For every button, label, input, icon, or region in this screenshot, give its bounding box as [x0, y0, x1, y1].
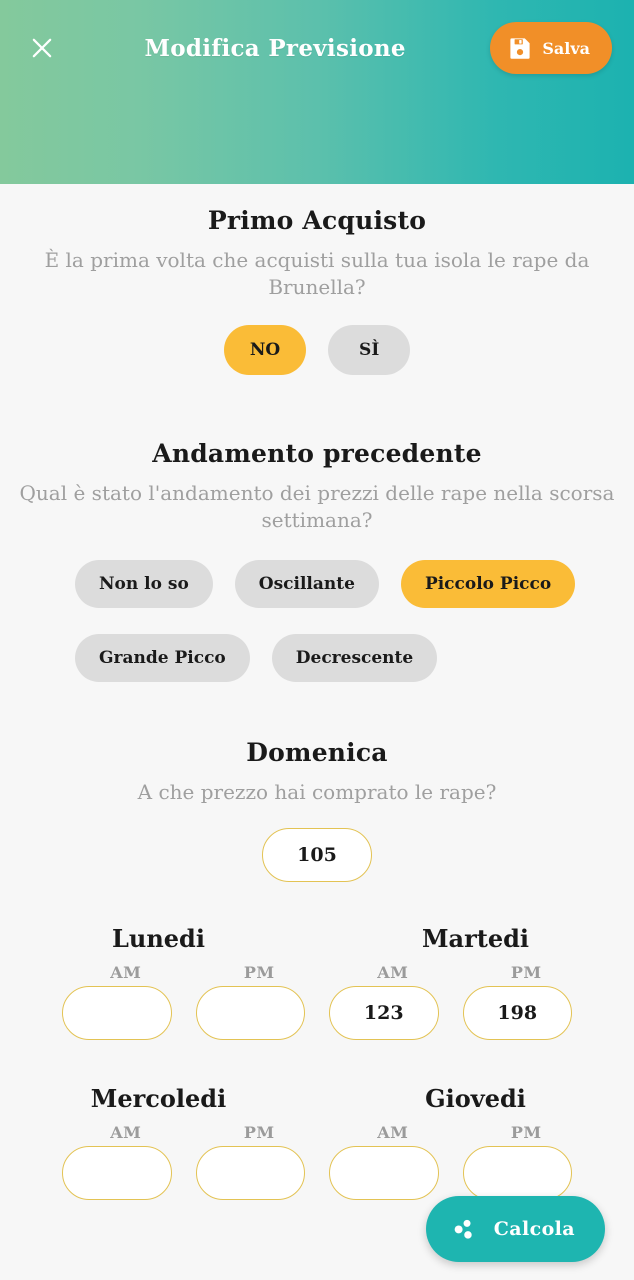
slot-label-mercoledi-am: AM — [110, 1123, 142, 1142]
slot-label-lunedi-pm: PM — [243, 963, 275, 982]
input-mercoledi-pm[interactable] — [195, 1146, 305, 1200]
slot-lunedi-pm: PM — [195, 963, 305, 1040]
previous-pattern-title: Andamento precedente — [152, 439, 482, 468]
previous-pattern-options-row-1: Non lo so Oscillante Piccolo Picco — [0, 560, 634, 608]
input-martedi-pm[interactable]: 198 — [462, 986, 572, 1040]
slot-label-mercoledi-pm: PM — [243, 1123, 275, 1142]
calculate-button-label: Calcola — [493, 1218, 575, 1240]
sunday-question: A che prezzo hai comprato le rape? — [137, 780, 497, 804]
option-decrescente-label: Decrescente — [295, 648, 414, 668]
previous-pattern-question: Qual è stato l'andamento dei prezzi dell… — [19, 481, 615, 532]
first-purchase-title: Primo Acquisto — [207, 206, 427, 235]
day-block-lunedi-martedi: Lunedi Martedi AM PM AM 123 PM 198 — [0, 924, 634, 1040]
day-title-mercoledi: Mercoledi — [90, 1084, 227, 1113]
sunday-price-input[interactable]: 105 — [262, 828, 372, 882]
slot-label-martedi-pm: PM — [510, 963, 542, 982]
input-mercoledi-am[interactable] — [62, 1146, 172, 1200]
calculate-button[interactable]: Calcola — [425, 1196, 605, 1262]
option-si[interactable]: SÌ — [328, 325, 411, 375]
option-piccolo-picco[interactable]: Piccolo Picco — [400, 560, 576, 608]
bubbles-chart-icon — [450, 1215, 478, 1243]
close-icon — [28, 34, 56, 62]
day-block-mercoledi-giovedi: Mercoledi Giovedi AM PM AM PM — [0, 1084, 634, 1200]
slot-giovedi-pm: PM — [462, 1123, 572, 1200]
save-button-label: Salva — [542, 38, 590, 58]
page-title: Modifica Previsione — [144, 34, 406, 62]
input-lunedi-pm[interactable] — [195, 986, 305, 1040]
slot-label-giovedi-am: AM — [377, 1123, 409, 1142]
option-oscillante[interactable]: Oscillante — [234, 560, 379, 608]
day-headers-row-1: Lunedi Martedi — [0, 924, 634, 953]
option-si-label: SÌ — [359, 340, 380, 360]
slot-mercoledi-pm: PM — [195, 1123, 305, 1200]
save-button[interactable]: Salva — [490, 22, 612, 74]
input-giovedi-am[interactable] — [329, 1146, 439, 1200]
option-grande-picco[interactable]: Grande Picco — [75, 634, 250, 682]
day-title-giovedi: Giovedi — [425, 1084, 526, 1113]
slot-giovedi-am: AM — [329, 1123, 439, 1200]
form-content: Primo Acquisto È la prima volta che acqu… — [0, 184, 634, 1280]
previous-pattern-options-row-2: Grande Picco Decrescente — [0, 634, 634, 682]
section-previous-pattern: Andamento precedente Qual è stato l'anda… — [0, 439, 634, 682]
header-bar: Modifica Previsione Salva — [0, 0, 634, 96]
first-purchase-question: È la prima volta che acquisti sulla tua … — [44, 248, 590, 299]
sunday-title: Domenica — [246, 738, 388, 767]
slot-label-lunedi-am: AM — [110, 963, 142, 982]
slot-row-2: AM PM AM PM — [0, 1123, 634, 1200]
input-giovedi-pm[interactable] — [462, 1146, 572, 1200]
close-button[interactable] — [18, 24, 66, 72]
input-lunedi-am[interactable] — [62, 986, 172, 1040]
slot-lunedi-am: AM — [62, 963, 172, 1040]
slot-martedi-pm: PM 198 — [462, 963, 572, 1040]
first-purchase-options: NO SÌ — [0, 325, 634, 375]
slot-martedi-am: AM 123 — [329, 963, 439, 1040]
day-headers-row-2: Mercoledi Giovedi — [0, 1084, 634, 1113]
option-decrescente[interactable]: Decrescente — [271, 634, 438, 682]
option-oscillante-label: Oscillante — [258, 574, 355, 594]
input-martedi-am[interactable]: 123 — [329, 986, 439, 1040]
slot-label-martedi-am: AM — [377, 963, 409, 982]
option-piccolo-picco-label: Piccolo Picco — [424, 574, 552, 594]
slot-row-1: AM PM AM 123 PM 198 — [0, 963, 634, 1040]
option-no[interactable]: NO — [223, 325, 307, 375]
section-sunday: Domenica A che prezzo hai comprato le ra… — [0, 738, 634, 882]
app-header: Modifica Previsione Salva — [0, 0, 634, 184]
slot-label-giovedi-pm: PM — [510, 1123, 542, 1142]
section-first-purchase: Primo Acquisto È la prima volta che acqu… — [0, 206, 634, 375]
option-non-lo-so[interactable]: Non lo so — [75, 560, 213, 608]
option-non-lo-so-label: Non lo so — [99, 574, 189, 594]
slot-mercoledi-am: AM — [62, 1123, 172, 1200]
day-title-lunedi: Lunedi — [112, 924, 205, 953]
floppy-disk-icon — [508, 36, 532, 60]
option-no-label: NO — [249, 340, 281, 360]
day-title-martedi: Martedi — [421, 924, 529, 953]
option-grande-picco-label: Grande Picco — [99, 648, 226, 668]
